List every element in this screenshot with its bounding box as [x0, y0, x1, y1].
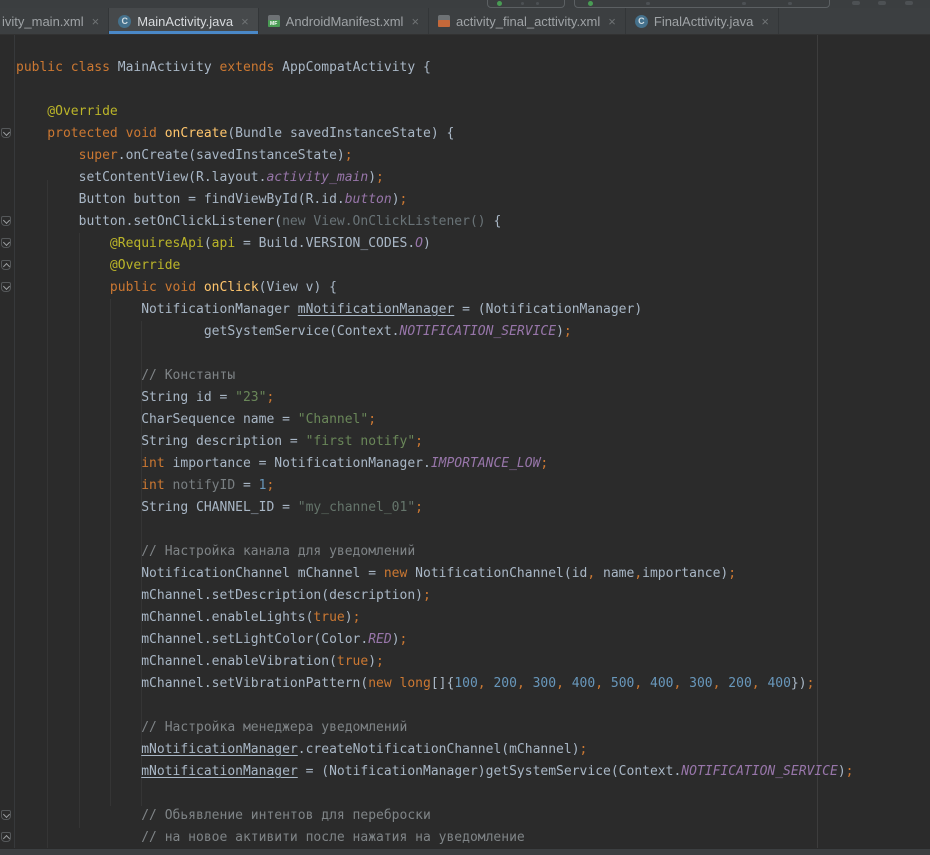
- code-line: // Обьявление интентов для переброски: [16, 805, 854, 827]
- tool-window-bar: TODOProblemsTerminalLogcatBuildProfilerA…: [0, 848, 930, 855]
- fold-expand-icon[interactable]: [1, 260, 11, 270]
- tab-label: AndroidManifest.xml: [286, 14, 404, 29]
- toolbar-button[interactable]: [852, 1, 860, 5]
- code-line: // Настройка канала для уведомлений: [16, 541, 854, 563]
- fold-collapse-icon[interactable]: [1, 216, 11, 226]
- code-line: Button button = findViewById(R.id.button…: [16, 189, 854, 211]
- code-line: mChannel.enableVibration(true);: [16, 651, 854, 673]
- manifest-badge: MF: [268, 20, 280, 27]
- chevron-down-icon: [2, 810, 9, 817]
- tab-FinalActtivity.java[interactable]: C FinalActtivity.java ×: [626, 8, 779, 34]
- code-line: String id = "23";: [16, 387, 854, 409]
- xml-badge: [438, 20, 450, 27]
- close-icon[interactable]: ×: [92, 14, 100, 29]
- chevron-down-icon: [2, 282, 9, 289]
- chevron-up-icon: [2, 262, 9, 269]
- toolbar-dot: [788, 2, 792, 5]
- tab-label: MainActivity.java: [137, 14, 233, 29]
- code-line: NotificationManager mNotificationManager…: [16, 299, 854, 321]
- code-line: int importance = NotificationManager.IMP…: [16, 453, 854, 475]
- toolbar-dot: [646, 2, 650, 5]
- fold-collapse-icon[interactable]: [1, 810, 11, 820]
- chevron-down-icon: [2, 216, 9, 223]
- chevron-down-icon: [2, 238, 9, 245]
- code-line: protected void onCreate(Bundle savedInst…: [16, 123, 854, 145]
- class-file-icon: C: [635, 15, 648, 28]
- tab-ivity_main.xml[interactable]: ivity_main.xml ×: [0, 8, 109, 34]
- tab-AndroidManifest.xml[interactable]: MF AndroidManifest.xml ×: [259, 8, 429, 34]
- manifest-file-icon: MF: [268, 15, 280, 27]
- code-line: int notifyID = 1;: [16, 475, 854, 497]
- chevron-up-icon: [2, 834, 9, 841]
- close-icon[interactable]: ×: [608, 14, 616, 29]
- tab-label: FinalActtivity.java: [654, 14, 753, 29]
- fold-collapse-icon[interactable]: [1, 128, 11, 138]
- class-file-icon: C: [118, 15, 131, 28]
- code-line: public void onClick(View v) {: [16, 277, 854, 299]
- toolbar-button[interactable]: [878, 1, 886, 5]
- code-line: mChannel.enableLights(true);: [16, 607, 854, 629]
- code-line: mNotificationManager = (NotificationMana…: [16, 761, 854, 783]
- fold-collapse-icon[interactable]: [1, 282, 11, 292]
- tab-MainActivity.java[interactable]: C MainActivity.java ×: [109, 8, 258, 34]
- close-icon[interactable]: ×: [411, 14, 419, 29]
- tab-label: ivity_main.xml: [2, 14, 84, 29]
- code-line: // на новое активити после нажатия на ув…: [16, 827, 854, 848]
- run-icon[interactable]: [497, 1, 502, 6]
- code-line: String CHANNEL_ID = "my_channel_01";: [16, 497, 854, 519]
- code-line: [16, 343, 854, 365]
- code-line: setContentView(R.layout.activity_main);: [16, 167, 854, 189]
- code-line: getSystemService(Context.NOTIFICATION_SE…: [16, 321, 854, 343]
- code-line: [16, 79, 854, 101]
- device-status-icon: [588, 1, 593, 6]
- editor-gutter: [0, 35, 15, 848]
- toolbar-dot: [742, 2, 746, 5]
- code-line: button.setOnClickListener(new View.OnCli…: [16, 211, 854, 233]
- code-line: super.onCreate(savedInstanceState);: [16, 145, 854, 167]
- code-line: // Настройка менеджера уведомлений: [16, 717, 854, 739]
- toolbar-fragment: [0, 0, 930, 8]
- code-line: NotificationChannel mChannel = new Notif…: [16, 563, 854, 585]
- tab-activity_final_acttivity.xml[interactable]: activity_final_acttivity.xml ×: [429, 8, 626, 34]
- tab-label: activity_final_acttivity.xml: [456, 14, 600, 29]
- code-line: [16, 695, 854, 717]
- code-line: mChannel.setDescription(description);: [16, 585, 854, 607]
- close-icon[interactable]: ×: [241, 14, 249, 29]
- code-line: String description = "first notify";: [16, 431, 854, 453]
- code-line: mChannel.setLightColor(Color.RED);: [16, 629, 854, 651]
- code-editor[interactable]: public class MainActivity extends AppCom…: [0, 35, 930, 848]
- fold-expand-icon[interactable]: [1, 832, 11, 842]
- editor-tab-bar: ivity_main.xml × C MainActivity.java × MF Andr…: [0, 8, 930, 35]
- xml-file-icon: [438, 15, 450, 27]
- code-line: CharSequence name = "Channel";: [16, 409, 854, 431]
- code-line: @Override: [16, 255, 854, 277]
- code-line: [16, 783, 854, 805]
- toolbar-dot: [536, 2, 539, 5]
- close-icon[interactable]: ×: [761, 14, 769, 29]
- code-line: // Константы: [16, 365, 854, 387]
- ide-window: ivity_main.xml × C MainActivity.java × MF Andr…: [0, 0, 930, 855]
- toolbar-dot: [521, 2, 524, 5]
- code-line: [16, 519, 854, 541]
- fold-collapse-icon[interactable]: [1, 238, 11, 248]
- code-line: mChannel.setVibrationPattern(new long[]{…: [16, 673, 854, 695]
- code-line: public class MainActivity extends AppCom…: [16, 57, 854, 79]
- code-line: @Override: [16, 101, 854, 123]
- code-line: mNotificationManager.createNotificationC…: [16, 739, 854, 761]
- chevron-down-icon: [2, 128, 9, 135]
- code-line: @RequiresApi(api = Build.VERSION_CODES.O…: [16, 233, 854, 255]
- toolbar-button[interactable]: [905, 1, 913, 5]
- code-text: public class MainActivity extends AppCom…: [0, 35, 854, 848]
